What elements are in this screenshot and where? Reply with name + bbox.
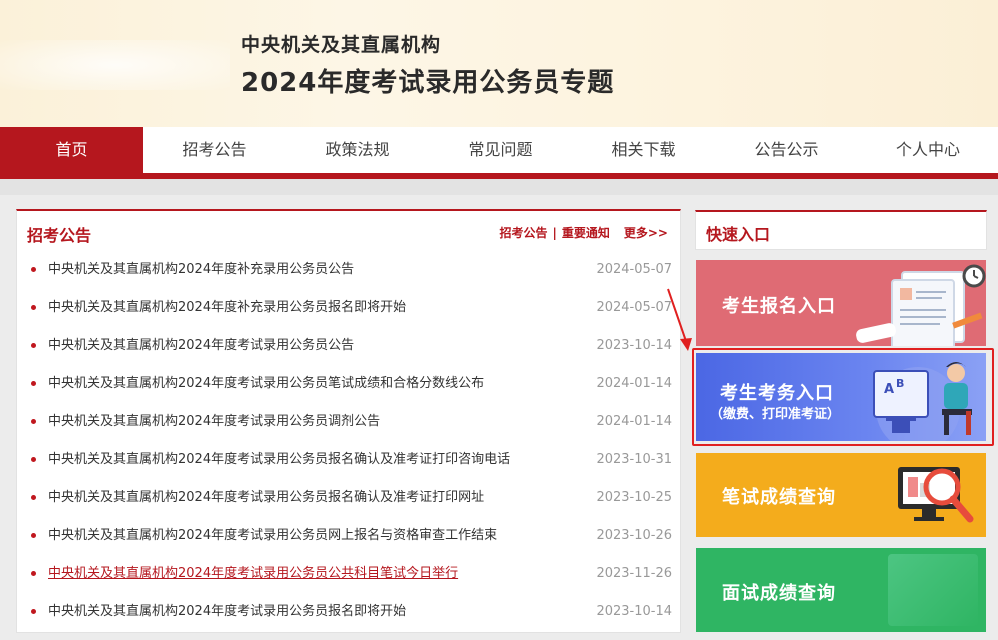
list-item-date: 2024-05-07 [596, 262, 672, 277]
annotation-arrow [667, 288, 692, 351]
quick-entry-title: 快速入口 [706, 225, 771, 244]
list-item-date: 2023-11-26 [596, 566, 672, 581]
list-item[interactable]: 中央机关及其直属机构2024年度补充录用公务员公告 2024-05-07 [29, 251, 672, 289]
link-notice[interactable]: 招考公告 [499, 224, 547, 241]
bullet-icon [31, 533, 36, 538]
list-item-title[interactable]: 中央机关及其直属机构2024年度考试录用公务员报名确认及准考证打印咨询电话 [48, 441, 510, 479]
list-item[interactable]: 中央机关及其直属机构2024年度考试录用公务员报名确认及准考证打印网址 2023… [29, 479, 672, 517]
nav-item-downloads[interactable]: 相关下载 [572, 127, 715, 173]
nav-item-publicity[interactable]: 公告公示 [715, 127, 858, 173]
list-item-date: 2023-10-26 [596, 528, 672, 543]
bullet-icon [31, 457, 36, 462]
list-item[interactable]: 中央机关及其直属机构2024年度考试录用公务员公共科目笔试今日举行 2023-1… [29, 555, 672, 593]
document-clock-icon [856, 264, 986, 346]
announcements-title: 招考公告 [27, 226, 92, 245]
list-item-title[interactable]: 中央机关及其直属机构2024年度考试录用公务员笔试成绩和合格分数线公布 [48, 365, 484, 403]
list-item[interactable]: 中央机关及其直属机构2024年度考试录用公务员报名确认及准考证打印咨询电话 20… [29, 441, 672, 479]
bullet-icon [31, 267, 36, 272]
list-item-title[interactable]: 中央机关及其直属机构2024年度考试录用公务员报名确认及准考证打印网址 [48, 479, 484, 517]
list-item-title[interactable]: 中央机关及其直属机构2024年度考试录用公务员调剂公告 [48, 403, 380, 441]
nav-item-policies[interactable]: 政策法规 [286, 127, 429, 173]
list-item[interactable]: 中央机关及其直属机构2024年度考试录用公务员公告 2023-10-14 [29, 327, 672, 365]
list-item-title[interactable]: 中央机关及其直属机构2024年度考试录用公务员公共科目笔试今日举行 [48, 555, 458, 593]
nav-shadow-strip [0, 179, 998, 195]
bullet-icon [31, 419, 36, 424]
list-item[interactable]: 中央机关及其直属机构2024年度考试录用公务员网上报名与资格审查工作结束 202… [29, 517, 672, 555]
list-item-date: 2023-10-31 [596, 452, 672, 467]
registration-entry-card[interactable]: 考生报名入口 [696, 260, 986, 346]
written-score-label: 笔试成绩查询 [722, 487, 836, 508]
nav-item-home[interactable]: 首页 [0, 127, 143, 173]
bullet-icon [31, 381, 36, 386]
header-title: 2024年度考试录用公务员专题 [241, 68, 615, 98]
list-item-title[interactable]: 中央机关及其直属机构2024年度考试录用公务员公告 [48, 327, 354, 365]
list-item-date: 2023-10-25 [596, 490, 672, 505]
interview-score-label: 面试成绩查询 [722, 583, 836, 604]
list-item-date: 2023-10-14 [596, 338, 672, 353]
interview-score-card[interactable]: 面试成绩查询 [696, 548, 986, 632]
interview-card-decoration [888, 554, 978, 626]
link-separator: | [552, 226, 557, 240]
magnifier-screen-icon [898, 467, 974, 523]
bullet-icon [31, 305, 36, 310]
nav-item-announcements[interactable]: 招考公告 [143, 127, 286, 173]
bullet-icon [31, 609, 36, 614]
announcements-links: 招考公告 | 重要通知 更多>> [499, 224, 668, 241]
list-item-date: 2024-01-14 [596, 376, 672, 391]
link-important[interactable]: 重要通知 [562, 224, 610, 241]
list-item[interactable]: 中央机关及其直属机构2024年度考试录用公务员报名即将开始 2023-10-14 [29, 593, 672, 631]
list-item-date: 2024-01-14 [596, 414, 672, 429]
list-item[interactable]: 中央机关及其直属机构2024年度补充录用公务员报名即将开始 2024-05-07 [29, 289, 672, 327]
quick-entry-header: 快速入口 [695, 210, 987, 250]
nav-item-faq[interactable]: 常见问题 [429, 127, 572, 173]
affairs-highlight-frame [692, 348, 994, 446]
list-item-date: 2023-10-14 [596, 604, 672, 619]
announcement-list: 中央机关及其直属机构2024年度补充录用公务员公告 2024-05-07 中央机… [29, 251, 672, 631]
bullet-icon [31, 343, 36, 348]
list-item-title[interactable]: 中央机关及其直属机构2024年度补充录用公务员公告 [48, 251, 354, 289]
bullet-icon [31, 495, 36, 500]
announcements-panel: 招考公告 招考公告 | 重要通知 更多>> 中央机关及其直属机构2024年度补充录用公… [16, 209, 681, 633]
more-link[interactable]: 更多>> [624, 224, 668, 241]
list-item[interactable]: 中央机关及其直属机构2024年度考试录用公务员笔试成绩和合格分数线公布 2024… [29, 365, 672, 403]
bullet-icon [31, 571, 36, 576]
header-decoration [0, 40, 230, 90]
written-score-card[interactable]: 笔试成绩查询 [696, 453, 986, 537]
header-subtitle: 中央机关及其直属机构 [241, 34, 442, 56]
main-nav: 首页 招考公告 政策法规 常见问题 相关下载 公告公示 个人中心 [0, 127, 998, 173]
list-item-title[interactable]: 中央机关及其直属机构2024年度补充录用公务员报名即将开始 [48, 289, 406, 327]
list-item[interactable]: 中央机关及其直属机构2024年度考试录用公务员调剂公告 2024-01-14 [29, 403, 672, 441]
list-item-date: 2024-05-07 [596, 300, 672, 315]
nav-item-personal-center[interactable]: 个人中心 [858, 127, 998, 173]
site-header: 中央机关及其直属机构 2024年度考试录用公务员专题 [0, 0, 998, 127]
list-item-title[interactable]: 中央机关及其直属机构2024年度考试录用公务员报名即将开始 [48, 593, 406, 631]
registration-entry-label: 考生报名入口 [722, 296, 836, 317]
list-item-title[interactable]: 中央机关及其直属机构2024年度考试录用公务员网上报名与资格审查工作结束 [48, 517, 497, 555]
